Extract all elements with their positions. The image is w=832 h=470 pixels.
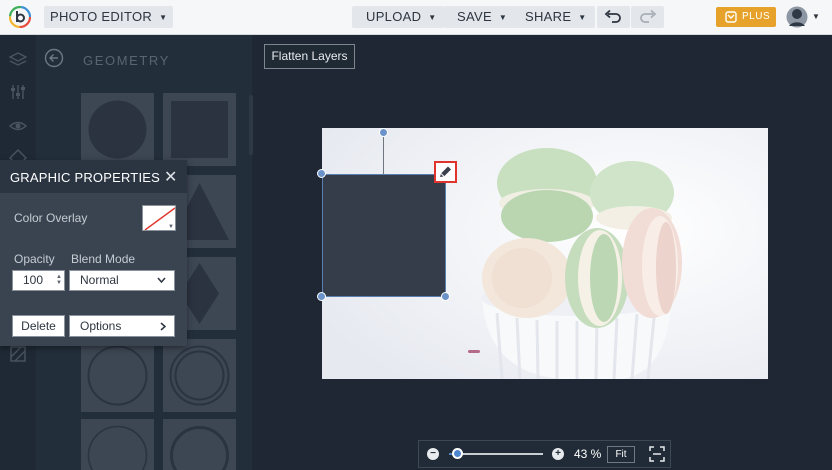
share-button[interactable]: SHARE ▼ <box>512 6 595 28</box>
chevron-down-icon: ▼ <box>428 13 437 22</box>
shape-ring-bold-tile[interactable] <box>163 419 236 470</box>
geometry-title: GEOMETRY <box>83 53 170 68</box>
delete-label: Delete <box>21 319 56 333</box>
fit-button[interactable]: Fit <box>607 446 635 463</box>
chevron-down-icon: ▼ <box>578 13 587 22</box>
zoom-in-icon[interactable]: + <box>552 448 564 460</box>
resize-handle-bottom-left[interactable] <box>317 292 326 301</box>
rotate-handle[interactable] <box>379 128 388 137</box>
selected-shape[interactable] <box>322 174 446 297</box>
swatch-dropdown-icon: ▼ <box>168 224 174 230</box>
zoom-bar: − + 43 % Fit <box>418 440 671 468</box>
resize-handle-bottom-right[interactable] <box>441 292 450 301</box>
rotation-guide-line <box>383 133 384 174</box>
pencil-icon <box>440 166 451 177</box>
close-icon[interactable]: ✕ <box>164 167 177 187</box>
plus-label: PLUS <box>742 11 771 22</box>
adjustments-icon[interactable] <box>9 83 27 101</box>
fullscreen-icon[interactable] <box>649 446 665 462</box>
photo-editor-label: PHOTO EDITOR <box>50 9 153 24</box>
edit-shape-button[interactable] <box>434 161 457 183</box>
opacity-value: 100 <box>23 273 44 287</box>
layers-icon[interactable] <box>9 51 27 69</box>
eye-icon[interactable] <box>9 117 27 135</box>
user-avatar[interactable] <box>786 5 808 29</box>
undo-button[interactable] <box>597 6 630 28</box>
fit-label: Fit <box>615 449 627 460</box>
back-arrow-icon[interactable] <box>44 48 64 68</box>
blend-mode-value: Normal <box>80 273 119 287</box>
delete-button[interactable]: Delete <box>12 315 65 337</box>
flatten-layers-label: Flatten Layers <box>271 49 348 63</box>
chevron-down-icon: ▼ <box>498 13 508 22</box>
plus-badge-icon <box>725 11 737 23</box>
chevron-right-icon <box>160 322 166 331</box>
color-overlay-swatch[interactable]: ▼ <box>142 205 176 231</box>
opacity-label: Opacity <box>14 252 55 266</box>
options-label: Options <box>80 319 122 333</box>
shape-circle-tile[interactable] <box>81 93 154 166</box>
shape-double-ring-tile[interactable] <box>163 339 236 412</box>
save-label: SAVE <box>457 9 492 24</box>
flatten-layers-button[interactable]: Flatten Layers <box>264 44 355 69</box>
shape-ring-tile[interactable] <box>81 339 154 412</box>
circle-shape-icon <box>88 100 147 159</box>
double-ring-shape-icon <box>169 345 230 406</box>
redo-button[interactable] <box>631 6 664 28</box>
redo-icon <box>640 9 657 23</box>
app-logo-icon[interactable] <box>9 6 31 28</box>
top-bar: PHOTO EDITOR ▼ UPLOAD ▼ SAVE ▼ SHARE ▼ PLUS … <box>0 0 832 35</box>
zoom-value: 43 % <box>574 447 602 461</box>
ring-shape-icon <box>87 345 148 406</box>
undo-icon <box>604 9 621 23</box>
resize-handle-top-left[interactable] <box>317 169 326 178</box>
ring-thin-shape-icon <box>87 425 148 470</box>
geometry-scrollbar[interactable] <box>249 95 253 155</box>
ring-bold-shape-icon <box>170 426 229 470</box>
blend-mode-label: Blend Mode <box>71 252 136 266</box>
graphic-properties-panel: GRAPHIC PROPERTIES ✕ Color Overlay ▼ Opa… <box>0 160 187 346</box>
options-button[interactable]: Options <box>69 315 175 337</box>
color-overlay-label: Color Overlay <box>14 211 88 225</box>
zoom-out-icon[interactable]: − <box>427 448 439 460</box>
photo-editor-menu[interactable]: PHOTO EDITOR ▼ <box>44 6 174 28</box>
opacity-input[interactable]: 100 ▲ ▼ <box>12 270 65 291</box>
graphic-properties-header: GRAPHIC PROPERTIES ✕ <box>0 160 187 193</box>
chevron-down-icon <box>157 277 166 283</box>
share-label: SHARE <box>525 9 572 24</box>
square-shape-icon <box>171 101 228 158</box>
shape-ring-thin-tile[interactable] <box>81 419 154 470</box>
shape-square-tile[interactable] <box>163 93 236 166</box>
save-button[interactable]: SAVE ▼ <box>444 6 516 28</box>
texture-icon[interactable] <box>9 345 27 363</box>
opacity-stepper-icon[interactable]: ▲ ▼ <box>56 274 62 286</box>
zoom-slider-thumb[interactable] <box>452 448 464 459</box>
blend-mode-select[interactable]: Normal <box>69 270 175 291</box>
zoom-slider-track[interactable] <box>449 453 543 455</box>
upload-button[interactable]: UPLOAD ▼ <box>352 6 445 28</box>
plus-upgrade-button[interactable]: PLUS <box>716 7 776 27</box>
upload-label: UPLOAD <box>366 9 422 24</box>
graphic-properties-title: GRAPHIC PROPERTIES <box>10 170 161 185</box>
chevron-down-icon: ▼ <box>159 13 168 22</box>
account-chevron-down-icon[interactable]: ▼ <box>812 12 820 21</box>
